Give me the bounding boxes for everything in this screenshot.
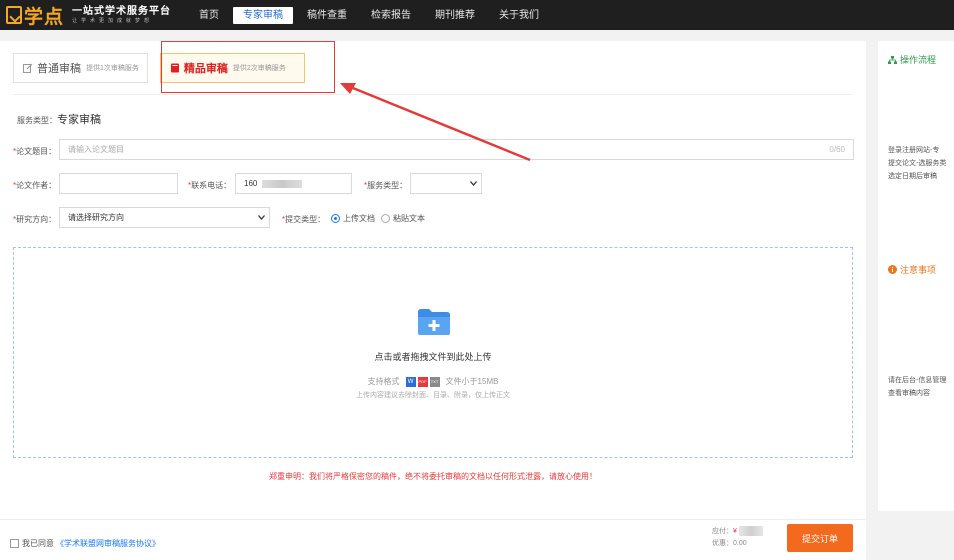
upload-formats: 支持格式 W PDF TXT 文件小于15MB [14,376,852,387]
radio-checked-icon [331,214,340,223]
price-label: 应付： [712,528,733,535]
nav-item-about[interactable]: 关于我们 [489,7,549,24]
tab-normal-review[interactable]: 普通审稿 提供1次审稿服务 [13,53,148,83]
brand-name: 学点 [24,6,65,28]
process-title: 操作流程 [888,53,936,66]
txt-icon: TXT [429,376,440,387]
nav-item-search-report[interactable]: 检索报告 [361,7,421,24]
formats-label: 支持格式 [367,377,400,386]
logo-mark-icon [6,6,22,24]
author-label: *论文作者： [13,181,57,190]
file-upload-dropzone[interactable]: 点击或者拖拽文件到此处上传 支持格式 W PDF TXT 文件小于15MB 上传… [13,247,853,458]
nav-item-plagiarism-check[interactable]: 稿件查重 [297,7,357,24]
service-agreement-link[interactable]: 《学术联盟网审稿服务协议》 [56,538,160,549]
service-type-value: 专家审稿 [57,114,101,126]
discount-value: 0.00 [733,540,747,547]
service-select-label: *服务类型： [364,181,408,190]
research-select[interactable]: 请选择研究方向 [59,207,270,228]
sitemap-icon [888,55,897,64]
radio-unchecked-icon [381,214,390,223]
chevron-down-icon [258,215,265,220]
top-nav-bar: 学点 一站式学术服务平台 让学术更加成就梦想 首页 专家审稿 稿件查重 检索报告… [0,0,954,30]
radio-paste-text[interactable]: 粘贴文本 [381,213,425,224]
service-type-label: 服务类型： [17,116,57,125]
agreement-row: 我已同意 《学术联盟网审稿服务协议》 [10,538,160,549]
nav-item-home[interactable]: 首页 [189,7,229,24]
phone-value: 160 [244,179,258,188]
price-currency: ¥ [733,528,737,535]
phone-input[interactable]: 160 [235,173,352,194]
pdf-icon: PDF [417,376,428,387]
submit-order-button[interactable]: 提交订单 [787,524,853,552]
annotation-highlight-box [161,41,335,93]
main-nav: 首页 专家审稿 稿件查重 检索报告 期刊推荐 关于我们 [189,0,553,30]
nav-item-journal-recommend[interactable]: 期刊推荐 [425,7,485,24]
info-icon [888,265,897,274]
radio-upload-doc[interactable]: 上传文档 [331,213,375,224]
process-lines: 登录注册网站-专 提交论文-选服务类 选定日期后审稿 [888,147,947,180]
size-limit-text: 文件小于15MB [445,377,499,386]
brand-slogan: 让学术更加成就梦想 [72,17,154,24]
paper-title-input[interactable]: 请输入论文题目 0/60 [59,139,854,160]
paper-title-placeholder: 请输入论文题目 [68,145,124,154]
right-sidebar: 操作流程 登录注册网站-专 提交论文-选服务类 选定日期后审稿 注意事项 请在后… [878,41,954,511]
tabs-divider [13,94,853,95]
research-label: *研究方向： [13,215,57,224]
folder-add-icon [418,309,450,335]
service-select[interactable] [410,173,482,194]
phone-label: *联系电话： [188,181,232,190]
main-panel: 普通审稿 提供1次审稿服务 精品审稿 提供2次审稿服务 服务类型： 专家审稿 *… [0,41,866,560]
chevron-down-icon [470,181,477,186]
research-select-value: 请选择研究方向 [68,213,124,222]
tab-normal-title: 普通审稿 [37,63,81,75]
phone-redacted [261,179,302,188]
word-icon: W [405,376,416,387]
price-redacted [738,526,763,537]
author-input[interactable] [59,173,178,194]
price-summary: 应付：¥ 优惠：0.00 [712,526,763,550]
submit-type-label: *提交类型： [282,215,326,224]
brand-title: 一站式学术服务平台 [72,5,172,17]
brand-logo[interactable]: 学点 一站式学术服务平台 让学术更加成就梦想 [6,2,171,29]
upload-hint: 上传内容建议去除封面、目录、附录，仅上传正文 [356,392,510,399]
order-bottom-bar: 我已同意 《学术联盟网审稿服务协议》 应付：¥ 优惠：0.00 提交订单 [0,519,866,560]
edit-icon [23,63,33,73]
submit-type-radios: 上传文档 粘贴文本 [331,213,431,224]
notes-lines: 请在后台-信息管理 查看审稿内容 [888,377,947,397]
service-type-display: 服务类型： 专家审稿 [17,111,101,127]
brand-text: 一站式学术服务平台 让学术更加成就梦想 [72,5,172,24]
tab-normal-sub: 提供1次审稿服务 [86,65,139,72]
agree-checkbox[interactable] [10,539,19,548]
upload-main-text: 点击或者拖拽文件到此处上传 [374,352,492,362]
agree-text: 我已同意 [22,539,54,548]
discount-label: 优惠： [712,540,733,547]
paper-title-counter: 0/60 [829,145,845,154]
notes-title: 注意事项 [888,263,936,276]
disclaimer-text: 郑重申明：我们将严格保密您的稿件，绝不将委托审稿的文档以任何形式泄露，请放心使用… [269,472,597,481]
nav-item-expert-review[interactable]: 专家审稿 [233,6,294,24]
paper-title-label: *论文题目： [13,147,57,156]
